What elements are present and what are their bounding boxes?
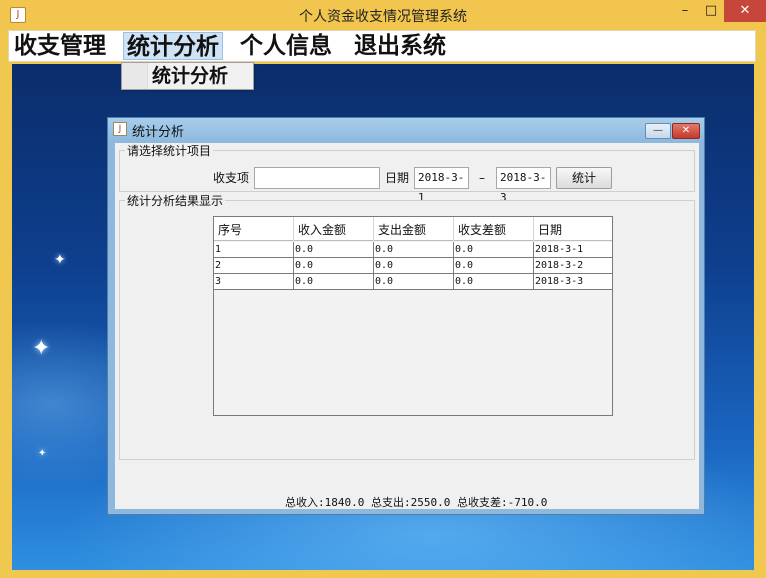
table-cell: 0.0 xyxy=(295,276,314,287)
result-table[interactable]: 序号 收入金额 支出金额 收支差额 日期 1 0.0 0.0 0.0 2018-… xyxy=(213,216,613,416)
menu-statistical-analysis[interactable]: 统计分析 xyxy=(123,32,223,60)
statistics-content: 请选择统计项目 收支项 日期 2018-3-1 – 2018-3-3 统计 统计… xyxy=(115,143,699,509)
table-cell: 0.0 xyxy=(295,244,314,255)
date-label: 日期 xyxy=(385,171,410,185)
table-cell: 0.0 xyxy=(375,276,394,287)
query-group-legend: 请选择统计项目 xyxy=(125,144,214,158)
table-row[interactable]: 1 0.0 0.0 0.0 2018-3-1 xyxy=(214,242,612,258)
title-bar[interactable]: J 个人资金收支情况管理系统 – □ ✕ xyxy=(0,0,766,30)
statistics-button[interactable]: 统计 xyxy=(556,167,612,189)
row-divider xyxy=(373,274,374,290)
row-divider xyxy=(533,274,534,290)
window-title: 个人资金收支情况管理系统 xyxy=(299,9,467,25)
row-divider xyxy=(293,242,294,258)
table-cell: 0.0 xyxy=(455,260,474,271)
column-header[interactable]: 日期 xyxy=(538,221,562,238)
menu-personal-info[interactable]: 个人信息 xyxy=(237,32,335,60)
column-divider xyxy=(453,217,454,241)
date-range-dash: – xyxy=(479,171,485,185)
row-divider xyxy=(453,258,454,274)
dropdown-icon-gutter xyxy=(122,63,148,89)
table-cell: 0.0 xyxy=(295,260,314,271)
main-window: J 个人资金收支情况管理系统 – □ ✕ 收支管理 统计分析 个人信息 退出系统… xyxy=(0,0,766,578)
column-divider xyxy=(293,217,294,241)
column-divider xyxy=(533,217,534,241)
row-divider xyxy=(293,274,294,290)
table-cell: 2018-3-3 xyxy=(535,276,584,287)
table-cell: 2 xyxy=(215,260,222,271)
column-header[interactable]: 收入金额 xyxy=(298,221,346,238)
minimize-button[interactable]: – xyxy=(672,0,698,22)
column-header[interactable]: 序号 xyxy=(218,221,242,238)
maximize-button[interactable]: □ xyxy=(698,0,724,22)
table-row[interactable]: 3 0.0 0.0 0.0 2018-3-3 xyxy=(214,274,612,290)
table-cell: 0.0 xyxy=(375,244,394,255)
row-divider xyxy=(533,258,534,274)
table-header: 序号 收入金额 支出金额 收支差额 日期 xyxy=(214,217,612,241)
statistics-close-button[interactable]: ✕ xyxy=(672,123,700,139)
statistics-minimize-button[interactable]: — xyxy=(645,123,671,139)
menu-income-expense-management[interactable]: 收支管理 xyxy=(11,32,109,60)
column-divider xyxy=(373,217,374,241)
item-label: 收支项 xyxy=(213,171,250,185)
dropdown-item-statistical-analysis[interactable]: 统计分析 xyxy=(152,64,228,88)
menu-bar: 收支管理 统计分析 个人信息 退出系统 xyxy=(8,30,756,62)
column-header[interactable]: 收支差额 xyxy=(458,221,506,238)
close-button[interactable]: ✕ xyxy=(724,0,766,22)
table-cell: 2018-3-2 xyxy=(535,260,584,271)
statistics-title-bar[interactable]: J 统计分析 — ✕ xyxy=(108,118,704,142)
column-header[interactable]: 支出金额 xyxy=(378,221,426,238)
row-divider xyxy=(453,242,454,258)
statistics-window: J 统计分析 — ✕ 请选择统计项目 收支项 日期 2018-3-1 – 201… xyxy=(107,117,705,515)
summary-totals: 总收入:1840.0 总支出:2550.0 总收支差:-710.0 xyxy=(285,496,548,509)
row-divider xyxy=(373,242,374,258)
row-divider xyxy=(453,274,454,290)
statistics-dropdown-menu: 统计分析 xyxy=(121,62,254,90)
row-divider xyxy=(373,258,374,274)
end-date-input[interactable]: 2018-3-3 xyxy=(496,167,551,204)
statistics-window-title: 统计分析 xyxy=(132,125,185,140)
sparkle-icon: ✦ xyxy=(32,336,51,361)
java-app-icon[interactable]: J xyxy=(113,122,127,136)
table-cell: 2018-3-1 xyxy=(535,244,584,255)
table-cell: 3 xyxy=(215,276,222,287)
result-group-legend: 统计分析结果显示 xyxy=(125,194,226,208)
sparkle-icon: ✦ xyxy=(54,252,66,268)
item-input[interactable] xyxy=(254,167,380,189)
menu-exit-system[interactable]: 退出系统 xyxy=(351,32,449,60)
row-divider xyxy=(293,258,294,274)
table-cell: 1 xyxy=(215,244,222,255)
sparkle-icon: ✦ xyxy=(38,448,47,459)
table-cell: 0.0 xyxy=(455,244,474,255)
start-date-input[interactable]: 2018-3-1 xyxy=(414,167,469,204)
table-cell: 0.0 xyxy=(455,276,474,287)
row-divider xyxy=(533,242,534,258)
table-cell: 0.0 xyxy=(375,260,394,271)
table-row[interactable]: 2 0.0 0.0 0.0 2018-3-2 xyxy=(214,258,612,274)
